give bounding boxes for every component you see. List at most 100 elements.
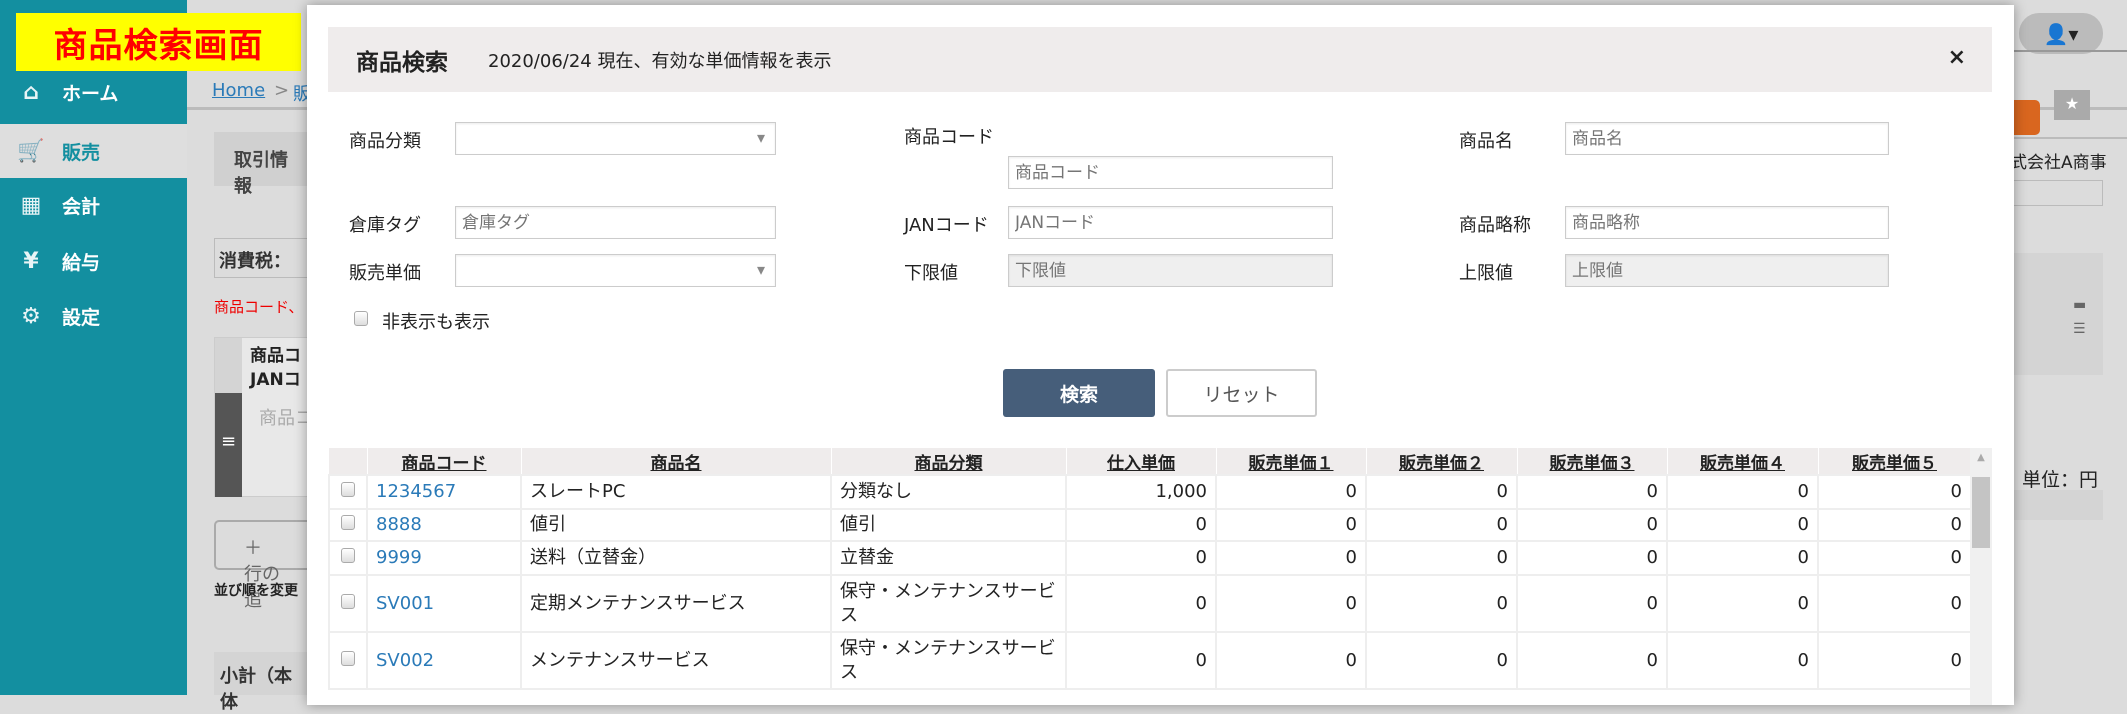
table-scrollbar[interactable]: ▲: [1970, 448, 1992, 705]
sidebar-item-payroll[interactable]: ¥ 給与: [0, 234, 187, 288]
price-cell: 0: [1065, 540, 1217, 576]
table-row[interactable]: SV001 定期メンテナンスサービス 保守・メンテナンスサービス 0 0 0 0 0 0: [328, 574, 1972, 633]
calculator-icon: ▦: [20, 192, 42, 218]
table-header-row: 商品コード 商品名 商品分類 仕入単価 販売単価１ 販売単価２ 販売単価３ 販売単価４ 販売単価…: [329, 448, 1972, 475]
category-select[interactable]: [455, 122, 776, 155]
row-checkbox[interactable]: [341, 515, 355, 530]
table-row[interactable]: SV002 メンテナンスサービス 保守・メンテナンスサービス 0 0 0 0 0 0: [328, 631, 1972, 690]
column-header[interactable]: 商品名: [521, 448, 832, 475]
search-button[interactable]: 検索: [1003, 369, 1155, 417]
price-cell: 0: [1516, 540, 1668, 576]
gear-icon: ⚙: [21, 303, 41, 329]
jan-input[interactable]: [1008, 206, 1333, 239]
screen-annotation-label: 商品検索画面: [16, 13, 301, 71]
show-hidden-checkbox[interactable]: [354, 311, 368, 326]
sidebar-item-home[interactable]: ⌂ ホーム: [0, 65, 187, 119]
column-header[interactable]: 販売単価２: [1366, 448, 1518, 475]
short-name-label: 商品略称: [1459, 215, 1531, 236]
product-results-table: 商品コード 商品名 商品分類 仕入単価 販売単価１ 販売単価２ 販売単価３ 販売単価４ 販売単価…: [328, 448, 1972, 690]
table-cell: 値引: [520, 508, 832, 542]
comment-icon[interactable]: ▬: [2073, 297, 2086, 313]
product-code-link[interactable]: 9999: [366, 540, 522, 576]
price-cell: 0: [1666, 574, 1819, 633]
sidebar: ⌂ ホーム 🛒 販売 ▦ 会計 ¥ 給与 ⚙ 設定: [0, 0, 187, 695]
name-input[interactable]: [1565, 122, 1889, 155]
product-code-link[interactable]: SV002: [366, 631, 522, 690]
code-label: 商品コード: [904, 127, 994, 148]
scroll-up-icon[interactable]: ▲: [1970, 452, 1992, 463]
red-note: 商品コード、: [214, 298, 304, 316]
price-cell: 0: [1065, 574, 1217, 633]
orange-action-button[interactable]: [2010, 100, 2040, 135]
warehouse-tag-input[interactable]: [455, 206, 776, 239]
code-input[interactable]: [1008, 156, 1333, 189]
row-checkbox[interactable]: [341, 548, 355, 563]
price-cell: 0: [1215, 631, 1367, 690]
table-row[interactable]: 9999 送料（立替金） 立替金 0 0 0 0 0 0: [328, 540, 1972, 576]
drag-handle-icon[interactable]: ≡: [215, 393, 242, 497]
bookmark-star-icon[interactable]: ★: [2054, 90, 2090, 120]
grid-placeholder: 商品コ: [259, 408, 313, 429]
price-cell: 0: [1215, 474, 1367, 510]
table-cell: 保守・メンテナンスサービス: [830, 574, 1067, 633]
add-row-button[interactable]: ＋ 行の追: [214, 520, 314, 611]
column-header[interactable]: 販売単価３: [1517, 448, 1668, 475]
list-icon[interactable]: ☰: [2073, 321, 2086, 337]
row-checkbox[interactable]: [341, 650, 355, 666]
table-row[interactable]: 8888 値引 値引 0 0 0 0 0 0: [328, 508, 1972, 542]
modal-title: 商品検索: [356, 49, 448, 76]
price-cell: 0: [1365, 508, 1518, 542]
price-cell: 0: [1817, 540, 1972, 576]
price-cell: 0: [1817, 574, 1972, 633]
table-cell: メンテナンスサービス: [520, 631, 832, 690]
breadcrumb-home[interactable]: Home: [212, 80, 265, 101]
product-search-modal: 商品検索 2020/06/24 現在、有効な単価情報を表示 × 商品分類 商品コ…: [307, 5, 2014, 705]
table-cell: 値引: [830, 508, 1067, 542]
price-cell: 0: [1666, 631, 1819, 690]
sidebar-item-accounting[interactable]: ▦ 会計: [0, 178, 187, 232]
background-input[interactable]: [2010, 180, 2103, 206]
max-input[interactable]: [1565, 254, 1889, 287]
table-row[interactable]: 1234567 スレートPC 分類なし 1,000 0 0 0 0 0: [328, 474, 1972, 510]
column-header[interactable]: 仕入単価: [1066, 448, 1217, 475]
close-icon[interactable]: ×: [1948, 45, 1966, 70]
sort-note: 並び順を変更: [214, 583, 298, 599]
column-header[interactable]: 商品コード: [367, 448, 522, 475]
user-menu-button[interactable]: 👤▾: [2019, 13, 2103, 54]
tax-label: 消費税：: [214, 238, 314, 278]
sale-price-select[interactable]: [455, 254, 776, 287]
sidebar-item-label: 設定: [62, 306, 101, 329]
price-cell: 1,000: [1065, 474, 1217, 510]
column-header[interactable]: 販売単価５: [1818, 448, 1972, 475]
max-label: 上限値: [1459, 263, 1513, 284]
row-checkbox[interactable]: [341, 482, 355, 497]
min-label: 下限値: [904, 263, 958, 284]
price-cell: 0: [1666, 474, 1819, 510]
column-header[interactable]: 販売単価１: [1216, 448, 1367, 475]
price-cell: 0: [1365, 631, 1518, 690]
grid-header: 商品コ JANコ: [250, 346, 301, 390]
background-grid: ≡ 商品コ JANコ 商品コ: [214, 337, 314, 497]
product-code-link[interactable]: 8888: [366, 508, 522, 542]
price-cell: 0: [1666, 540, 1819, 576]
column-header[interactable]: 販売単価４: [1667, 448, 1819, 475]
row-checkbox[interactable]: [341, 593, 355, 609]
price-cell: 0: [1516, 631, 1668, 690]
tab-transaction-info[interactable]: 取引情報: [214, 132, 314, 197]
min-input[interactable]: [1008, 254, 1333, 287]
product-code-link[interactable]: SV001: [366, 574, 522, 633]
sidebar-item-sales[interactable]: 🛒 販売: [0, 124, 187, 178]
price-cell: 0: [1516, 508, 1668, 542]
sidebar-item-settings[interactable]: ⚙ 設定: [0, 289, 187, 343]
warehouse-tag-label: 倉庫タグ: [349, 215, 421, 236]
sidebar-item-label: ホーム: [62, 82, 119, 105]
short-name-input[interactable]: [1565, 206, 1889, 239]
product-code-link[interactable]: 1234567: [366, 474, 522, 510]
scrollbar-thumb[interactable]: [1972, 477, 1990, 548]
reset-button[interactable]: リセット: [1166, 369, 1317, 417]
table-cell: スレートPC: [520, 474, 832, 510]
subtotal-label: 小計（本体: [214, 652, 314, 713]
column-header[interactable]: 商品分類: [831, 448, 1067, 475]
sidebar-item-label: 給与: [62, 251, 101, 274]
price-cell: 0: [1215, 574, 1367, 633]
